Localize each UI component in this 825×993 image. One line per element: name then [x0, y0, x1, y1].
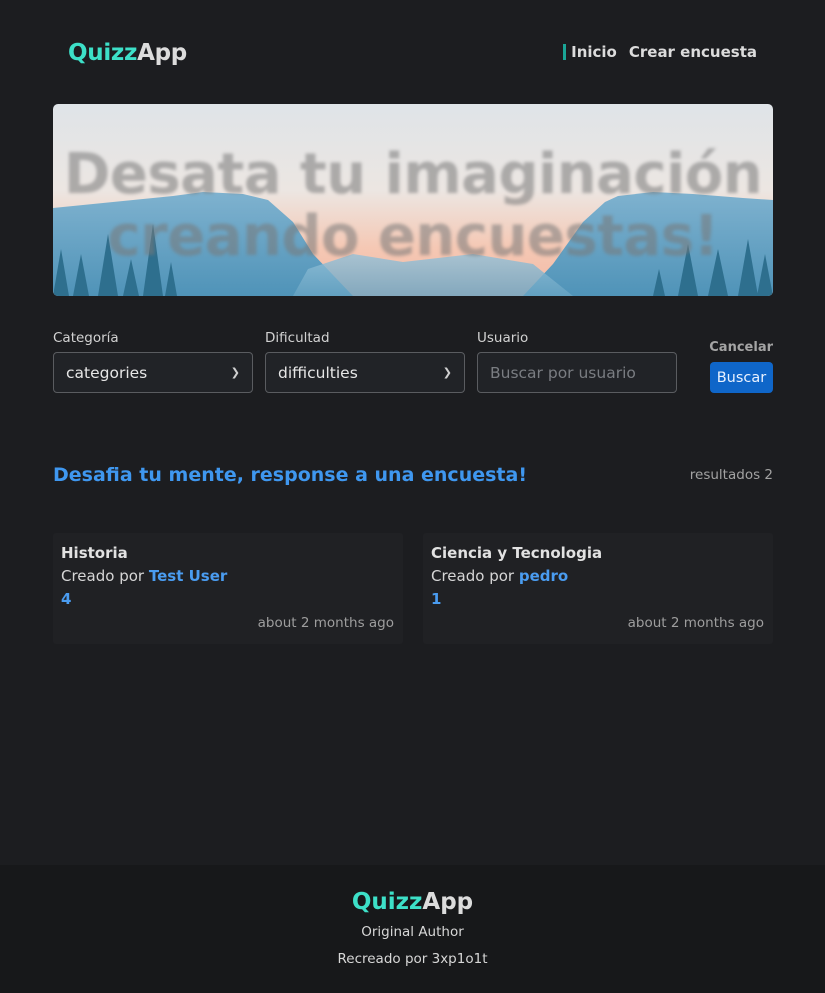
logo-part-2: App [137, 40, 187, 66]
main-nav: Inicio Crear encuesta [563, 43, 757, 61]
app-logo[interactable]: QuizzApp [68, 40, 187, 66]
category-select[interactable]: categories ❯ [53, 352, 253, 393]
survey-author-line: Creado por Test User [61, 567, 395, 585]
search-button[interactable]: Buscar [710, 362, 773, 393]
difficulty-select[interactable]: difficulties ❯ [265, 352, 465, 393]
survey-card[interactable]: Ciencia y Tecnologia Creado por pedro 1 … [423, 533, 773, 644]
footer-credit: Recreado por 3xp1o1t [337, 951, 488, 967]
footer-logo-part-1: Quizz [351, 889, 423, 915]
user-filter: Usuario Buscar por usuario [477, 330, 677, 393]
user-label: Usuario [477, 330, 529, 346]
hero-banner: Desata tu imaginación creando encuestas! [53, 104, 773, 296]
survey-timestamp: about 2 months ago [627, 615, 764, 631]
footer-logo-part-2: App [422, 889, 474, 915]
nav-active-indicator [563, 44, 567, 60]
footer: QuizzApp Original Author Recreado por 3x… [0, 865, 825, 993]
survey-count: 4 [61, 590, 72, 608]
user-search-input[interactable]: Buscar por usuario [477, 352, 677, 393]
category-label: Categoría [53, 330, 119, 346]
chevron-down-icon: ❯ [442, 366, 452, 379]
logo-part-1: Quizz [68, 40, 138, 66]
survey-card[interactable]: Historia Creado por Test User 4 about 2 … [53, 533, 403, 644]
survey-timestamp: about 2 months ago [257, 615, 394, 631]
chevron-down-icon: ❯ [230, 366, 240, 379]
results-count: resultados 2 [689, 467, 773, 483]
filter-actions: Cancelar Buscar [709, 340, 773, 393]
difficulty-filter: Dificultad difficulties ❯ [265, 330, 465, 393]
survey-title: Historia [61, 544, 128, 562]
section-title: Desafia tu mente, response a una encuest… [53, 464, 527, 486]
footer-author: Original Author [361, 924, 464, 940]
survey-author-link[interactable]: Test User [149, 567, 227, 585]
nav-create-survey-link[interactable]: Crear encuesta [629, 43, 757, 61]
cancel-button[interactable]: Cancelar [709, 340, 773, 355]
survey-author-link[interactable]: pedro [519, 567, 568, 585]
created-by-label: Creado por [431, 567, 515, 585]
hero-headline-line-2: creando encuestas! [107, 204, 719, 269]
footer-logo: QuizzApp [0, 889, 825, 915]
survey-author-line: Creado por pedro [431, 567, 765, 585]
nav-home-link[interactable]: Inicio [571, 43, 617, 61]
user-search-placeholder: Buscar por usuario [490, 363, 636, 382]
hero-headline-line-1: Desata tu imaginación [63, 142, 763, 207]
category-filter: Categoría categories ❯ [53, 330, 253, 393]
difficulty-label: Dificultad [265, 330, 330, 346]
category-select-value: categories [66, 363, 148, 382]
survey-title: Ciencia y Tecnologia [431, 544, 603, 562]
header: QuizzApp Inicio Crear encuesta [0, 0, 825, 104]
hero-headline: Desata tu imaginación creando encuestas! [53, 144, 773, 268]
filter-bar: Categoría categories ❯ Dificultad diffic… [53, 330, 773, 396]
created-by-label: Creado por [61, 567, 145, 585]
survey-count: 1 [431, 590, 442, 608]
difficulty-select-value: difficulties [278, 363, 358, 382]
